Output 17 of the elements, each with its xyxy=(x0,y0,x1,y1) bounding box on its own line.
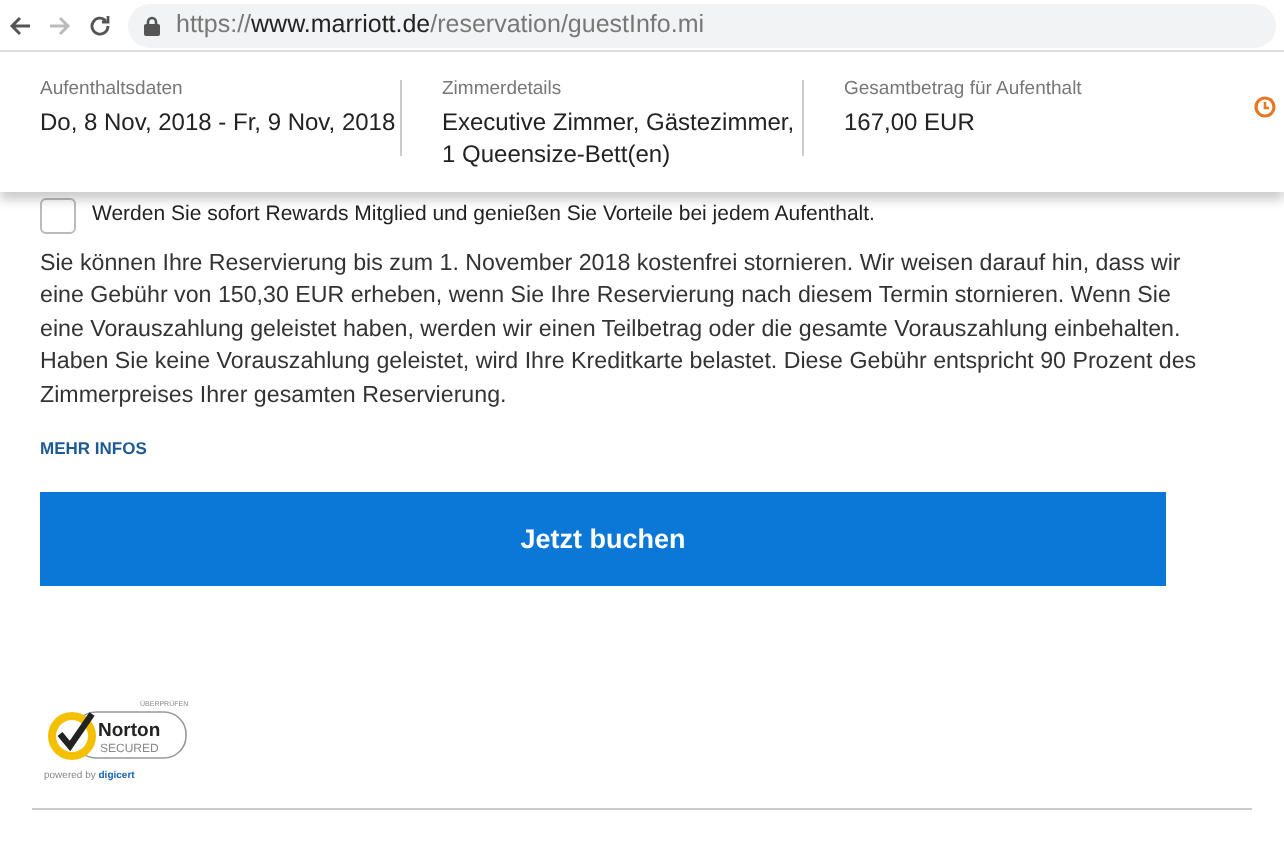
back-icon[interactable] xyxy=(8,13,32,37)
summary-value: 167,00 EUR xyxy=(844,108,977,140)
policy-text: Sie können Ihre Reservierung bis zum 1. November 2018 kostenfrei stornieren. Wir weisen darauf hin, dass wir eine Gebühr von 150,30 EUR erheben, wenn Sie Ihre Reservierung nach diesem Termin stornieren. Wenn Sie eine Vorauszahlung geleistet haben, werden wir einen Teilbetrag oder die gesamte Vorauszahlung einbehalten. Haben Sie keine Vorauszahlung geleistet, wird Ihre Kreditkarte belastet. Diese Gebühr entspricht 90 Prozent des Zimmerpreises Ihrer gesamten Reservierung. xyxy=(38,248,1199,412)
summary-value: Do, 8 Nov, 2018 - Fr, 9 Nov, 2018 xyxy=(40,108,398,140)
url-text: https://www.marriott.de/reservation/guestInfo.mi xyxy=(176,8,705,43)
summary-label: Aufenthaltsdaten xyxy=(40,76,185,104)
address-bar[interactable]: https://www.marriott.de/reservation/guestInfo.mi xyxy=(128,3,1276,47)
book-button[interactable]: Jetzt buchen xyxy=(40,492,1166,587)
clock-icon xyxy=(1254,96,1276,119)
more-info-link[interactable]: MEHR INFOS xyxy=(40,436,147,463)
summary-label: Gesamtbetrag für Aufenthalt xyxy=(844,76,1084,104)
checkbox[interactable] xyxy=(40,198,76,234)
lock-icon xyxy=(144,15,160,35)
reload-icon[interactable] xyxy=(88,13,112,37)
summary-label: Zimmerdetails xyxy=(442,76,564,104)
summary-value: Executive Zimmer, Gästezimmer, 1 Queensize-Bett(en) xyxy=(442,108,797,171)
checkbox-label: Werden Sie sofort Rewards Mitglied und genießen Sie Vorteile bei jedem Aufenthalt. xyxy=(92,200,875,231)
